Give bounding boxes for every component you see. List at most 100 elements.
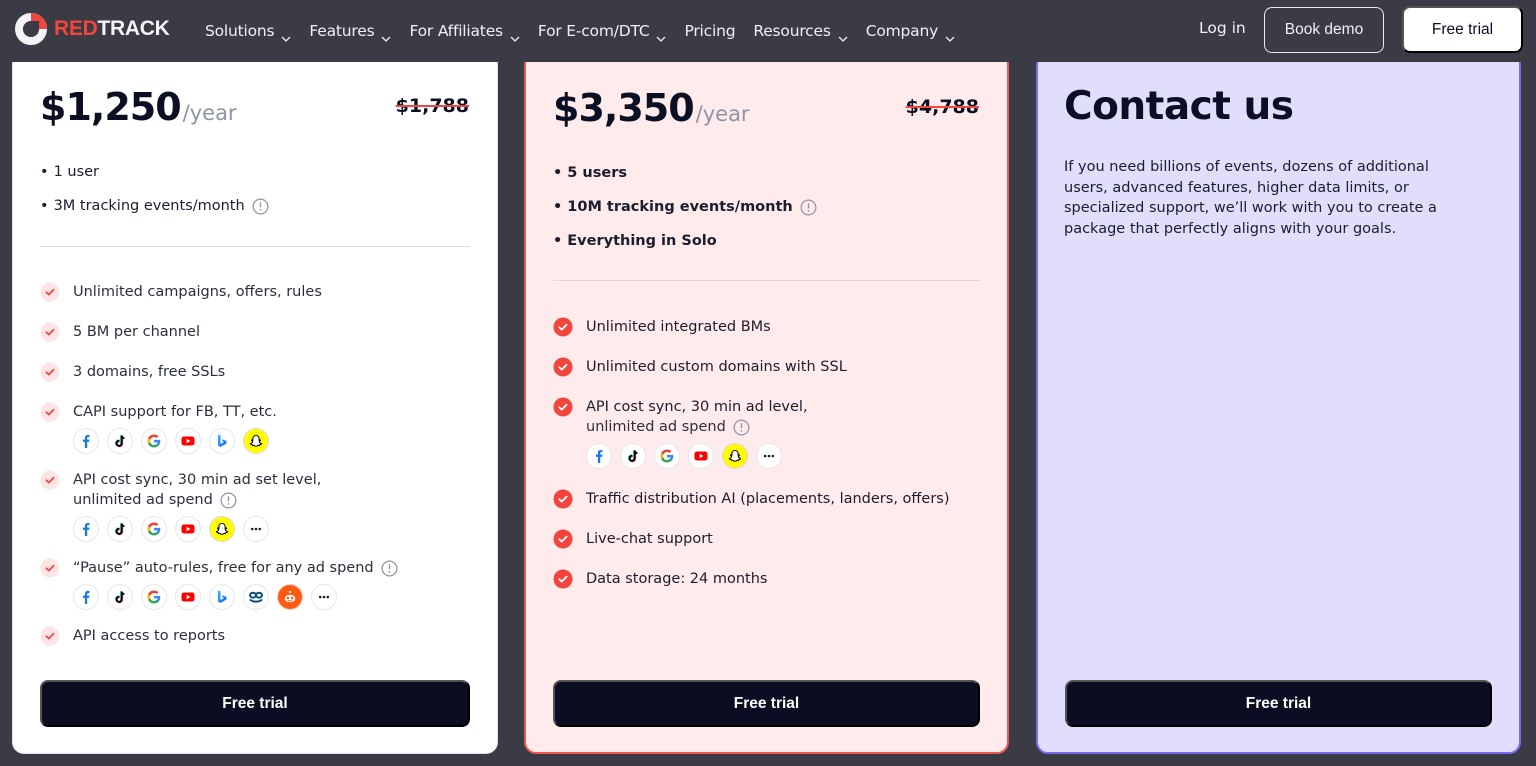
nav-item-for-affiliates[interactable]: For Affiliates (409, 22, 520, 42)
feature-item: Unlimited custom domains with SSL (553, 357, 987, 377)
tiktok-icon (107, 584, 133, 610)
feature-text: Unlimited integrated BMs (586, 319, 771, 335)
plan-card-enterprise: Contact us If you need billions of event… (1036, 52, 1521, 754)
logo-mark-icon (15, 13, 47, 45)
solo-free-trial-button[interactable]: Free trial (40, 680, 470, 727)
feature-text-line2: unlimited ad spend (73, 490, 477, 510)
check-icon (553, 397, 573, 417)
chevron-down-icon (945, 28, 955, 42)
more-icon[interactable] (311, 584, 337, 610)
feature-item: “Pause” auto-rules, free for any ad spen… (40, 558, 477, 610)
redtrack-logo[interactable]: REDTRACK (14, 12, 170, 46)
solo-old-price: $1,788 (395, 95, 469, 117)
team-bullets: • 5 users • 10M tracking events/month • Eve… (553, 156, 817, 258)
feature-text: Data storage: 24 months (586, 571, 768, 587)
snapchat-icon (243, 428, 269, 454)
bullet-item: • 5 users (553, 165, 627, 181)
feature-text: “Pause” auto-rules, free for any ad spen… (73, 558, 477, 578)
feature-text: API access to reports (73, 628, 226, 644)
platform-icons (73, 584, 477, 610)
snapchat-icon (722, 443, 748, 469)
info-icon[interactable] (800, 199, 817, 216)
nav-item-for-e-com-dtc[interactable]: For E-com/DTC (538, 22, 667, 42)
divider (553, 280, 980, 281)
bing-icon (209, 428, 235, 454)
nav-item-solutions[interactable]: Solutions (205, 22, 291, 42)
feature-text: API cost sync, 30 min ad set level, (73, 472, 322, 488)
top-navigation: REDTRACK Solutions Features For Affiliates… (0, 0, 1536, 62)
bullet-item: • 10M tracking events/month (553, 190, 817, 224)
check-icon (40, 470, 60, 490)
feature-item: API cost sync, 30 min ad set level, unlim… (40, 470, 477, 542)
plan-card-team: $3,350 /year $4,788 • 5 users • 10M tracki… (524, 52, 1009, 754)
taboola-icon (243, 584, 269, 610)
info-icon[interactable] (252, 198, 269, 215)
team-features: Unlimited integrated BMs Unlimited custom… (553, 317, 987, 589)
bullet-item: • Everything in Solo (553, 233, 717, 249)
team-price: $3,350 (553, 86, 695, 130)
check-icon (40, 362, 60, 382)
youtube-icon (688, 443, 714, 469)
facebook-icon (73, 428, 99, 454)
solo-price: $1,250 (40, 85, 182, 129)
feature-text-line2: unlimited ad spend (586, 417, 987, 437)
team-period: /year (695, 102, 750, 126)
reddit-icon (277, 584, 303, 610)
chevron-down-icon (381, 28, 391, 42)
nav-item-company[interactable]: Company (866, 22, 955, 42)
feature-item: 5 BM per channel (40, 322, 477, 342)
solo-features: Unlimited campaigns, offers, rules 5 BM p… (40, 282, 477, 646)
team-old-price: $4,788 (905, 96, 979, 118)
feature-text: CAPI support for FB, TT, etc. (73, 404, 277, 420)
platform-icons (73, 428, 477, 454)
plan-card-solo: $1,250 /year $1,788 • 1 user • 3M tracking… (12, 52, 498, 754)
login-link[interactable]: Log in (1199, 19, 1246, 37)
chevron-down-icon (281, 28, 291, 42)
feature-text: Unlimited custom domains with SSL (586, 359, 847, 375)
solo-period: /year (182, 101, 237, 125)
enterprise-description: If you need billions of events, dozens o… (1064, 159, 1437, 237)
nav-item-features[interactable]: Features (309, 22, 391, 42)
feature-text: Traffic distribution AI (placements, lan… (586, 491, 950, 507)
feature-item: API access to reports (40, 626, 477, 646)
main-menu: Solutions Features For Affiliates For E-com… (205, 0, 973, 62)
nav-item-pricing[interactable]: Pricing (684, 22, 735, 40)
check-icon (40, 402, 60, 422)
bullet-item: • 1 user (40, 164, 100, 180)
check-icon (553, 317, 573, 337)
team-free-trial-button[interactable]: Free trial (553, 680, 980, 727)
youtube-icon (175, 584, 201, 610)
feature-item: 3 domains, free SSLs (40, 362, 477, 382)
bullet-item: • 3M tracking events/month (40, 189, 269, 223)
divider (40, 246, 470, 247)
tiktok-icon (620, 443, 646, 469)
more-icon[interactable] (756, 443, 782, 469)
platform-icons (586, 443, 987, 469)
feature-item: CAPI support for FB, TT, etc. (40, 402, 477, 454)
info-icon[interactable] (220, 492, 237, 509)
check-icon (40, 558, 60, 578)
check-icon (553, 357, 573, 377)
check-icon (40, 626, 60, 646)
youtube-icon (175, 516, 201, 542)
google-icon (141, 584, 167, 610)
nav-free-trial-button[interactable]: Free trial (1402, 6, 1523, 53)
check-icon (553, 529, 573, 549)
more-icon[interactable] (243, 516, 269, 542)
feature-item: Traffic distribution AI (placements, lan… (553, 489, 987, 509)
enterprise-free-trial-button[interactable]: Free trial (1065, 680, 1492, 727)
bing-icon (209, 584, 235, 610)
chevron-down-icon (838, 28, 848, 42)
chevron-down-icon (656, 28, 666, 42)
info-icon[interactable] (381, 560, 398, 577)
check-icon (553, 569, 573, 589)
feature-text: 5 BM per channel (73, 324, 200, 340)
feature-text: API cost sync, 30 min ad level, (586, 399, 808, 415)
nav-item-resources[interactable]: Resources (753, 22, 848, 42)
book-demo-button[interactable]: Book demo (1264, 7, 1384, 53)
feature-text: Live-chat support (586, 531, 713, 547)
logo-text-red: RED (54, 17, 98, 40)
check-icon (553, 489, 573, 509)
feature-item: Unlimited campaigns, offers, rules (40, 282, 477, 302)
info-icon[interactable] (733, 419, 750, 436)
